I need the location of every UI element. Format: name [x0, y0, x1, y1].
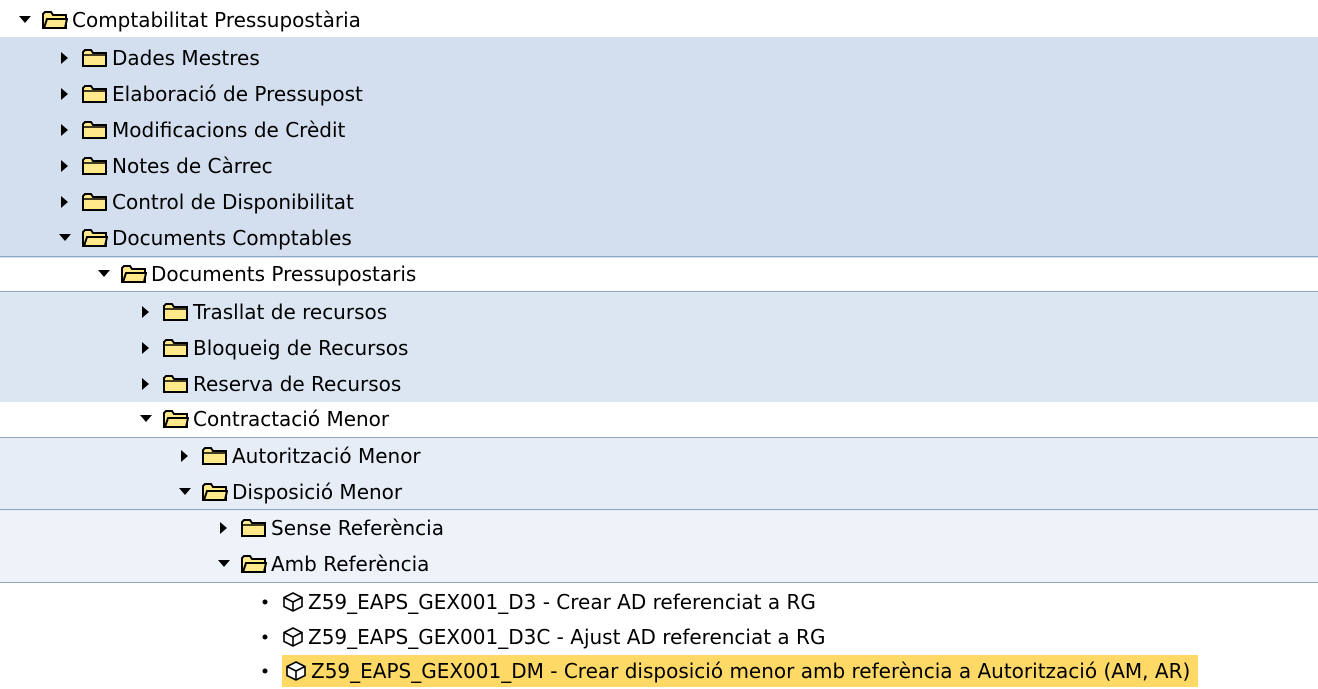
triangle-right-icon[interactable] [178, 449, 192, 463]
triangle-right-icon[interactable] [58, 159, 72, 173]
folder-icon [241, 518, 267, 538]
tree-node-label: Sense Referència [271, 516, 444, 540]
tree-node-trasllat-recursos[interactable]: Trasllat de recursos [0, 294, 1318, 330]
tree-node-label: Documents Comptables [112, 226, 352, 250]
bullet-icon [254, 599, 276, 605]
tree-node-label: Contractació Menor [193, 407, 390, 431]
tree-node-label: Reserva de Recursos [193, 372, 402, 396]
transaction-label: Z59_EAPS_GEX001_D3C - Ajust AD referenci… [308, 625, 826, 649]
tree-node-autoritzacio-menor[interactable]: Autorització Menor [0, 438, 1318, 474]
transaction-cube-icon [285, 660, 307, 682]
tree-node-label: Bloqueig de Recursos [193, 336, 409, 360]
triangle-right-icon[interactable] [139, 305, 153, 319]
folder-icon [202, 446, 228, 466]
triangle-down-icon[interactable] [217, 557, 231, 571]
folder-icon [82, 192, 108, 212]
tree-node-label: Modificacions de Crèdit [112, 118, 346, 142]
folder-icon [163, 338, 189, 358]
triangle-right-icon[interactable] [58, 123, 72, 137]
tree-node-label: Amb Referència [271, 552, 430, 576]
tree-node-label: Dades Mestres [112, 46, 260, 70]
transaction-z59-d3[interactable]: Z59_EAPS_GEX001_D3 - Crear AD referencia… [0, 584, 1318, 620]
triangle-down-icon[interactable] [139, 412, 153, 426]
triangle-down-icon[interactable] [178, 485, 192, 499]
bullet-icon [254, 668, 276, 674]
tree-node-label: Control de Disponibilitat [112, 190, 354, 214]
separator [0, 582, 1318, 583]
transaction-cube-icon [282, 591, 304, 613]
folder-icon [82, 120, 108, 140]
transaction-cube-icon [282, 626, 304, 648]
triangle-right-icon[interactable] [217, 521, 231, 535]
folder-icon [82, 156, 108, 176]
tree-node-label: Trasllat de recursos [193, 300, 388, 324]
tree-node-sense-referencia[interactable]: Sense Referència [0, 510, 1318, 546]
triangle-right-icon[interactable] [139, 341, 153, 355]
tree-node-elaboracio-pressupost[interactable]: Elaboració de Pressupost [0, 76, 1318, 112]
triangle-down-icon[interactable] [97, 267, 111, 281]
tree-node-root[interactable]: Comptabilitat Pressupostària [0, 2, 1318, 38]
triangle-right-icon[interactable] [58, 195, 72, 209]
tree-node-reserva-recursos[interactable]: Reserva de Recursos [0, 366, 1318, 402]
tree-node-dades-mestres[interactable]: Dades Mestres [0, 40, 1318, 76]
tree-node-control-disponibilitat[interactable]: Control de Disponibilitat [0, 184, 1318, 220]
transaction-label: Z59_EAPS_GEX001_D3 - Crear AD referencia… [308, 590, 816, 614]
triangle-down-icon[interactable] [18, 13, 32, 27]
folder-open-icon [241, 554, 267, 574]
folder-icon [82, 84, 108, 104]
triangle-down-icon[interactable] [58, 231, 72, 245]
tree-node-label: Autorització Menor [232, 444, 421, 468]
tree-node-label: Notes de Càrrec [112, 154, 273, 178]
folder-icon [163, 374, 189, 394]
tree-node-contractacio-menor[interactable]: Contractació Menor [0, 401, 1318, 437]
transaction-label: Z59_EAPS_GEX001_DM - Crear disposició me… [311, 659, 1191, 683]
triangle-right-icon[interactable] [58, 87, 72, 101]
tree-node-modificacions-credit[interactable]: Modificacions de Crèdit [0, 112, 1318, 148]
triangle-right-icon[interactable] [139, 377, 153, 391]
transaction-z59-d3c[interactable]: Z59_EAPS_GEX001_D3C - Ajust AD referenci… [0, 619, 1318, 655]
tree-node-documents-comptables[interactable]: Documents Comptables [0, 220, 1318, 256]
folder-icon [82, 48, 108, 68]
tree-node-amb-referencia[interactable]: Amb Referència [0, 546, 1318, 582]
tree-node-disposicio-menor[interactable]: Disposició Menor [0, 474, 1318, 510]
selection-highlight[interactable]: Z59_EAPS_GEX001_DM - Crear disposició me… [282, 655, 1199, 687]
folder-icon [163, 302, 189, 322]
folder-open-icon [42, 10, 68, 30]
folder-open-icon [82, 228, 108, 248]
bullet-icon [254, 634, 276, 640]
transaction-z59-dm-selected[interactable]: Z59_EAPS_GEX001_DM - Crear disposició me… [0, 653, 1318, 689]
tree-node-label: Comptabilitat Pressupostària [72, 8, 361, 32]
tree-node-notes-carrec[interactable]: Notes de Càrrec [0, 148, 1318, 184]
folder-open-icon [121, 264, 147, 284]
folder-open-icon [202, 482, 228, 502]
tree-node-label: Documents Pressupostaris [151, 262, 417, 286]
triangle-right-icon[interactable] [58, 51, 72, 65]
tree-node-label: Disposició Menor [232, 480, 403, 504]
tree-node-label: Elaboració de Pressupost [112, 82, 363, 106]
tree-node-documents-pressupostaris[interactable]: Documents Pressupostaris [0, 256, 1318, 292]
tree-node-bloqueig-recursos[interactable]: Bloqueig de Recursos [0, 330, 1318, 366]
folder-open-icon [163, 409, 189, 429]
